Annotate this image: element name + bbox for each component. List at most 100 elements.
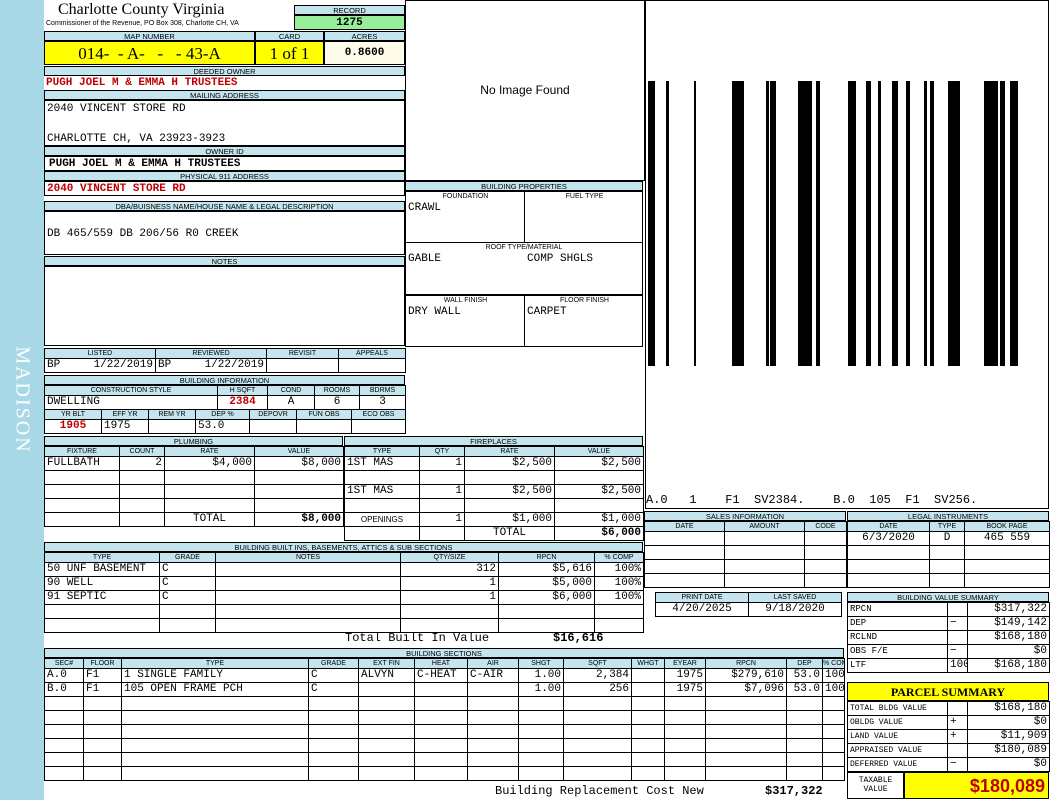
record-label: RECORD <box>294 5 405 15</box>
type-header: TYPE <box>121 658 309 669</box>
fp-value-header: VALUE <box>554 446 644 457</box>
floor-finish-label: FLOOR FINISH <box>559 297 609 304</box>
sec-header: SEC# <box>44 658 84 669</box>
table-row: DEFERRED VALUE − $0 <box>847 757 1050 772</box>
roof-material: COMP SHGLS <box>527 253 594 265</box>
yr-blt-label: YR BLT <box>44 409 102 420</box>
mailing-address-label: MAILING ADDRESS <box>44 90 405 100</box>
table-row <box>644 545 847 560</box>
rate-header: RATE <box>164 446 255 457</box>
li-type-header: TYPE <box>929 521 965 532</box>
legal-description-box: DB 465/559 DB 206/56 R0 CREEK <box>44 211 405 255</box>
floor-finish-value: CARPET <box>527 306 567 318</box>
bi-grade-header: GRADE <box>159 552 216 563</box>
physical-address-label: PHYSICAL 911 ADDRESS <box>44 171 405 181</box>
table-row <box>44 470 344 485</box>
rem-yr <box>148 419 196 434</box>
acres-label: ACRES <box>324 31 405 41</box>
rooms-label: ROOMS <box>314 385 360 396</box>
table-row: OBLDG VALUE + $0 <box>847 715 1050 730</box>
rem-yr-label: REM YR <box>148 409 196 420</box>
fixture-header: FIXTURE <box>44 446 120 457</box>
heat-header: HEAT <box>414 658 468 669</box>
building-value-summary-label: BUILDING VALUE SUMMARY <box>847 592 1049 602</box>
mailing-address-box: 2040 VINCENT STORE RD CHARLOTTE CH, VA 2… <box>44 100 405 146</box>
fun-obs-label: FUN OBS <box>296 409 352 420</box>
taxable-value-label: TAXABLE VALUE <box>847 772 904 799</box>
sales-information-label: SALES INFORMATION <box>644 511 846 521</box>
eff-yr-label: EFF YR <box>101 409 149 420</box>
table-row <box>644 573 847 588</box>
fuel-type-label: FUEL TYPE <box>565 193 604 200</box>
count-header: COUNT <box>119 446 165 457</box>
table-row: A.0 F1 1 SINGLE FAMILY C ALVYN C-HEAT C-AIR 1.0… <box>44 668 845 683</box>
table-row <box>44 710 845 725</box>
built-in-total: $16,616 <box>553 631 604 645</box>
sketch-label-mirrored <box>648 81 1048 366</box>
table-row <box>847 545 1050 560</box>
reviewed-code: BP <box>158 359 172 372</box>
building-value-summary-table: RPCN $317,322 DEP − $149,142 RCLND $168,180 … <box>847 602 1050 673</box>
depovr <box>249 419 297 434</box>
listed-cell: BP 1/22/2019 <box>44 358 156 373</box>
table-row <box>847 573 1050 588</box>
eyear-header: EYEAR <box>664 658 706 669</box>
table-row <box>44 498 344 513</box>
table-row: DEP − $149,142 <box>847 616 1050 631</box>
bi-rpcn-header: RPCN <box>498 552 595 563</box>
owner-id: PUGH JOEL M & EMMA H TRUSTEES <box>44 156 405 171</box>
sqft-header: SQFT <box>563 658 632 669</box>
print-date-table: PRINT DATE LAST SAVED 4/20/2025 9/18/202… <box>655 592 842 617</box>
building-sections-table: SEC# FLOOR TYPE GRADE EXT FIN HEAT AIR S… <box>44 658 845 781</box>
rpcn-header: RPCN <box>705 658 787 669</box>
county-header: Charlotte County Virginia Commissioner o… <box>44 0 294 31</box>
floor-header: FLOOR <box>83 658 122 669</box>
table-row: LTF100%$168,180 <box>847 658 1050 673</box>
reviewed-label: REVIEWED <box>155 348 267 359</box>
appeals-label: APPEALS <box>338 348 406 359</box>
taxable-value: $180,089 <box>904 772 1049 799</box>
physical-address: 2040 VINCENT STORE RD <box>44 181 405 196</box>
revisit-cell <box>266 358 339 373</box>
foundation-label: FOUNDATION <box>442 193 489 200</box>
table-row <box>344 498 644 513</box>
bi-type-header: TYPE <box>44 552 160 563</box>
county-name: Charlotte County Virginia <box>58 1 225 18</box>
plumbing-total-label: TOTAL <box>164 512 255 527</box>
eff-yr: 1975 <box>101 419 149 434</box>
building-sections-label: BUILDING SECTIONS <box>44 648 844 658</box>
rooms: 6 <box>314 395 360 410</box>
depovr-label: DEPOVR <box>249 409 297 420</box>
table-row <box>44 604 644 619</box>
table-row <box>847 559 1050 574</box>
building-information-label: BUILDING INFORMATION <box>44 375 405 385</box>
hsqft: 2384 <box>217 395 268 410</box>
fp-qty-header: QTY <box>419 446 465 457</box>
sketch-label: A.0 1 F1 SV2384. B.0 105 F1 SV256. <box>646 493 978 507</box>
wall-floor-box: WALL FINISH FLOOR FINISH DRY WALL CARPET <box>405 295 643 347</box>
table-row: OBS F/E − $0 <box>847 644 1050 659</box>
office-address: Commissioner of the Revenue, PO Box 308,… <box>46 20 239 27</box>
parcel-summary-title: PARCEL SUMMARY <box>847 682 1049 701</box>
construction-style-label: CONSTRUCTION STYLE <box>44 385 218 396</box>
fireplaces-table: TYPE QTY RATE VALUE 1ST MAS 1 $2,500 $2,500… <box>344 446 644 541</box>
table-row: RCLND $168,180 <box>847 630 1050 645</box>
record-number: 1275 <box>294 15 405 30</box>
li-bookpage-header: BOOK PAGE <box>964 521 1050 532</box>
plumbing-table: FIXTURE COUNT RATE VALUE FULLBATH 2 $4,000… <box>44 446 344 527</box>
print-date-label: PRINT DATE <box>655 592 749 603</box>
foundation-value: CRAWL <box>408 202 442 214</box>
dep-pct-label: DEP % <box>195 409 250 420</box>
property-photo: No Image Found <box>405 0 645 181</box>
district-sidebar: MADISON <box>0 0 44 800</box>
table-row <box>44 484 344 499</box>
card-label: CARD <box>255 31 324 41</box>
replacement-cost-label: Building Replacement Cost New <box>495 784 704 798</box>
deeded-owner-label: DEEDED OWNER <box>44 66 405 76</box>
mailing-line-1: 2040 VINCENT STORE RD <box>47 103 186 115</box>
whgt-header: WHGT <box>631 658 665 669</box>
mailing-line-2: CHARLOTTE CH, VA 23923-3923 <box>47 133 226 145</box>
legal-instruments-table: DATE TYPE BOOK PAGE 6/3/2020 D 465 559 <box>847 521 1050 588</box>
cond-label: COND <box>267 385 315 396</box>
listed-reviewed-table: LISTED REVIEWED REVISIT APPEALS BP 1/22/2… <box>44 348 406 373</box>
